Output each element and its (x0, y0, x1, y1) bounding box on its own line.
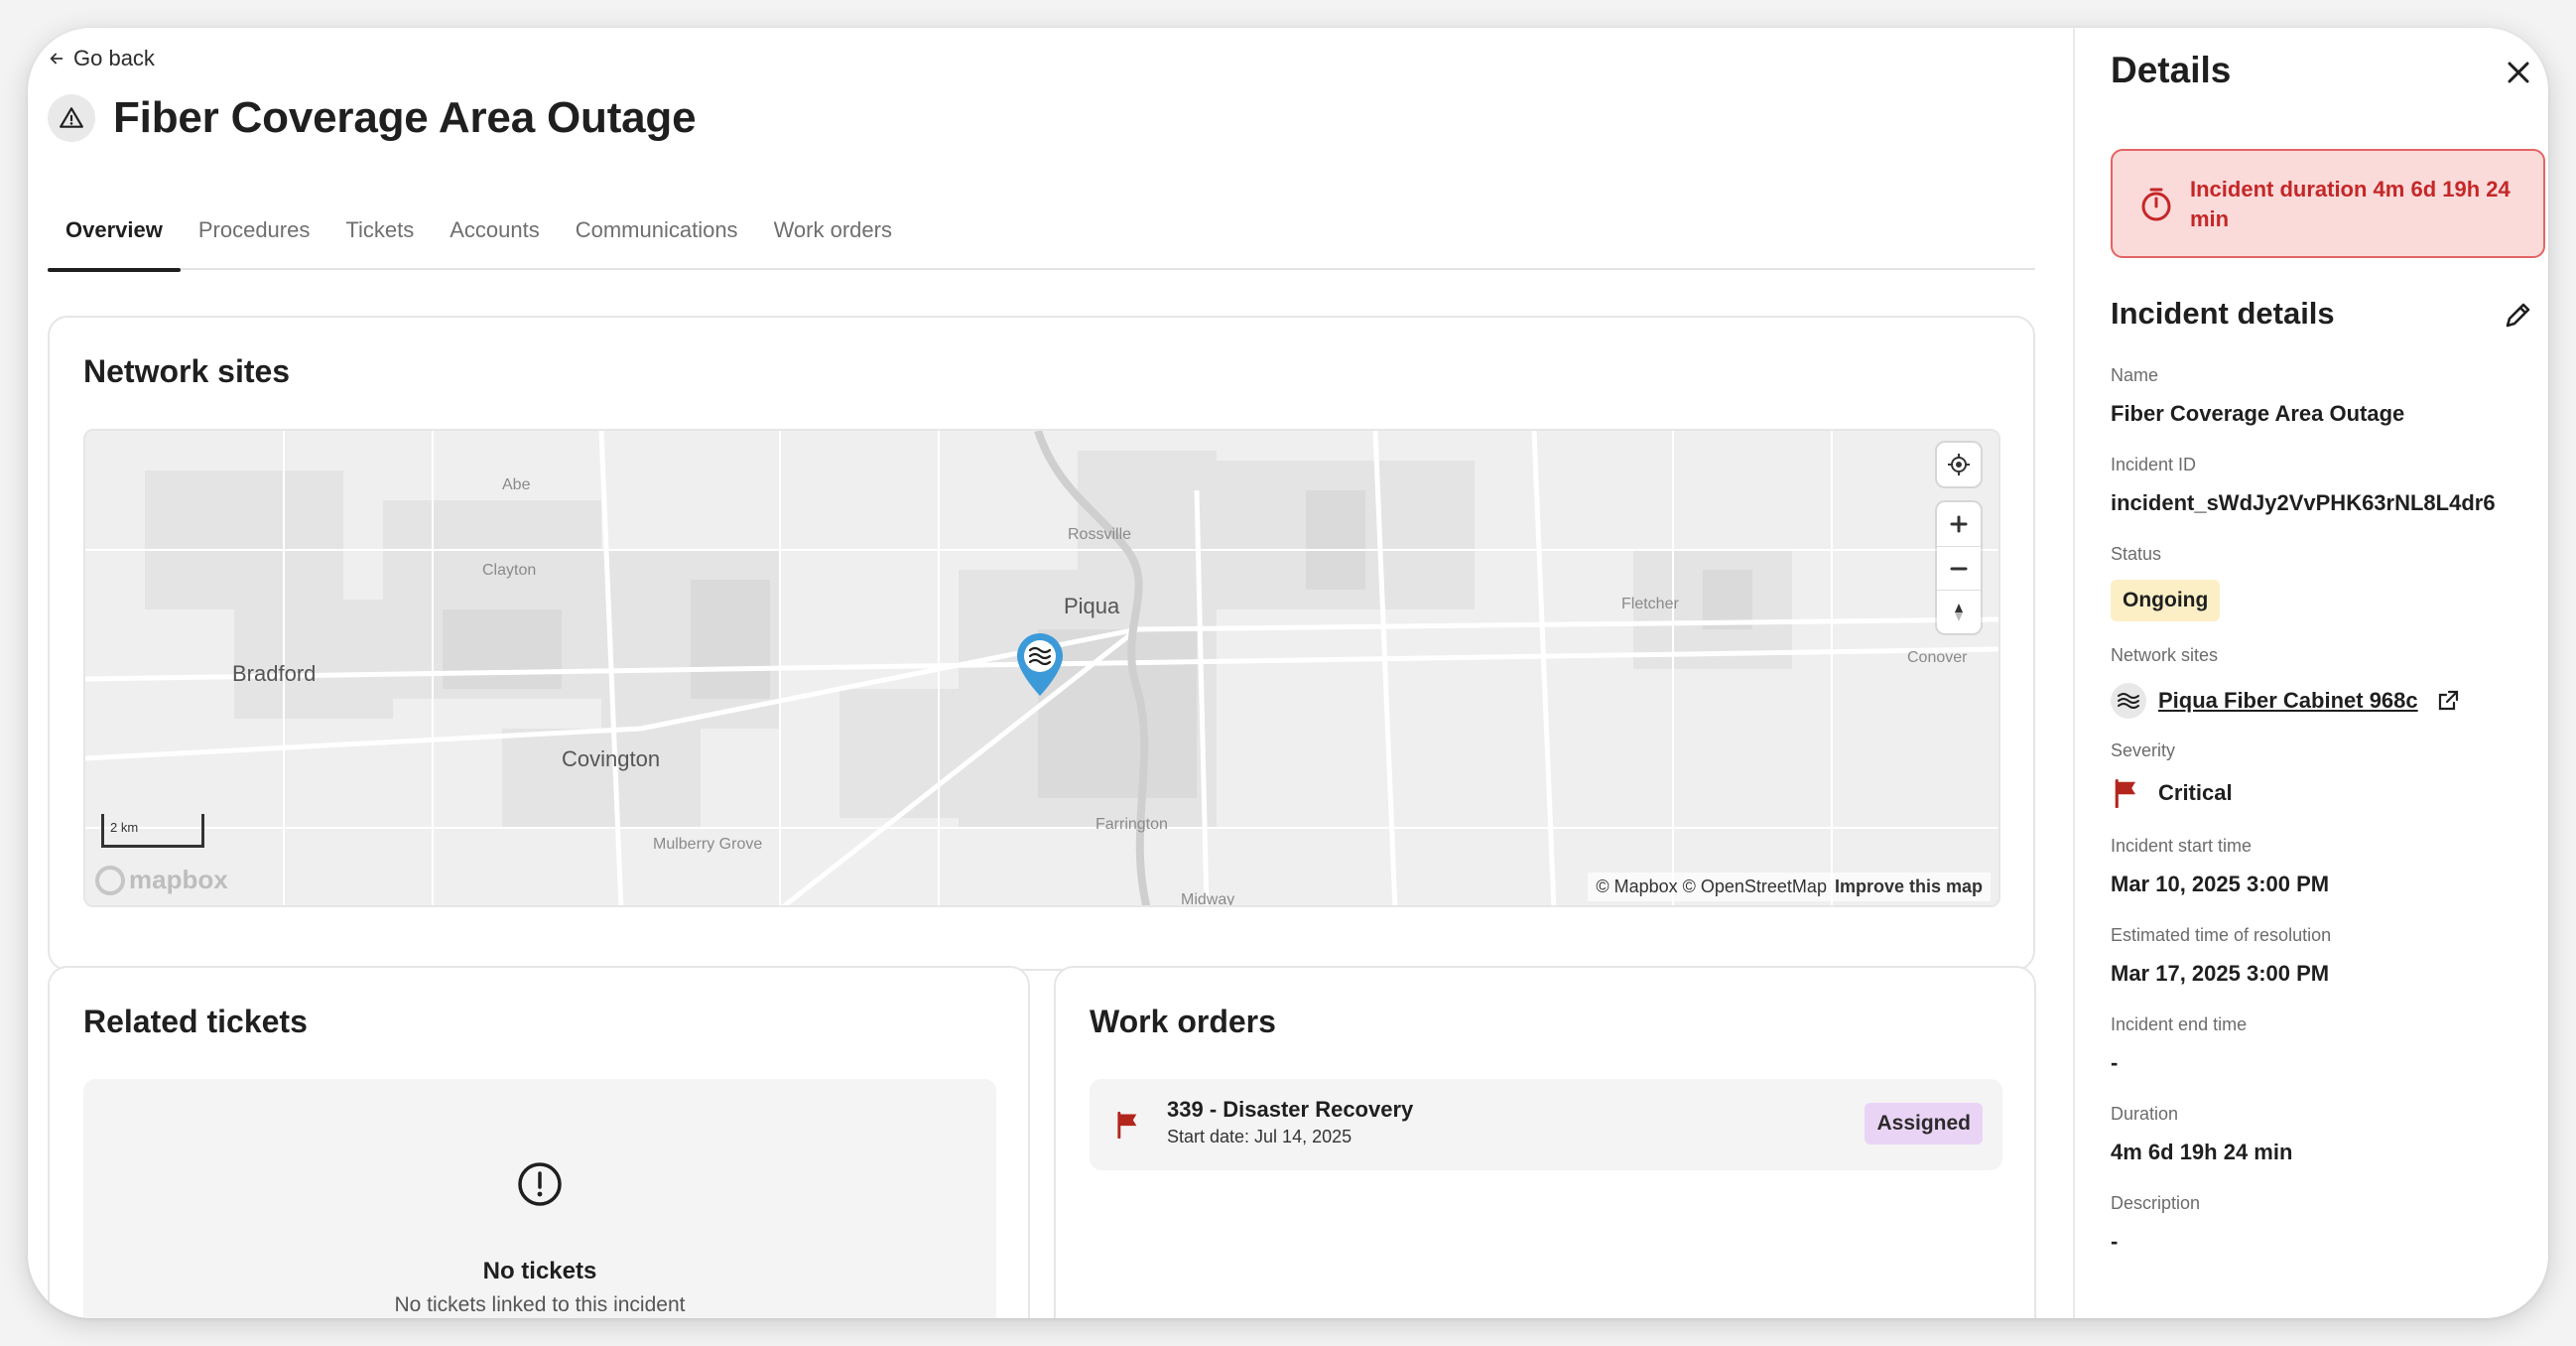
map-label: Piqua (1064, 594, 1120, 618)
page-title: Fiber Coverage Area Outage (113, 93, 697, 142)
map-scale: 2 km (101, 814, 204, 848)
go-back-label: Go back (73, 46, 155, 70)
page-header: Fiber Coverage Area Outage (48, 93, 697, 143)
mapbox-logo-icon (95, 865, 125, 895)
map-label: Mulberry Grove (653, 836, 763, 853)
incident-id-label: Incident ID (2111, 455, 2197, 474)
network-sites-label: Network sites (2111, 645, 2219, 665)
name-label: Name (2111, 365, 2159, 385)
map-label: Fletcher (1621, 596, 1679, 612)
details-title: Details (2111, 50, 2232, 90)
end-time-label: Incident end time (2111, 1014, 2248, 1034)
locate-icon[interactable] (1937, 443, 1981, 486)
tab-tickets[interactable]: Tickets (327, 187, 432, 270)
empty-subtitle: No tickets linked to this incident (394, 1293, 686, 1316)
name-value: Fiber Coverage Area Outage (2111, 401, 2405, 426)
stopwatch-icon (2141, 188, 2171, 221)
mapbox-logo[interactable]: mapbox (95, 865, 228, 895)
tickets-empty-state: No tickets No tickets linked to this inc… (83, 1079, 996, 1318)
eta-value: Mar 17, 2025 3:00 PM (2111, 961, 2330, 986)
map-label: Farrington (1095, 816, 1168, 833)
zoom-in-icon[interactable] (1937, 502, 1981, 546)
map[interactable]: Abe Clayton Rossville Piqua Fletcher Con… (83, 429, 2000, 907)
network-site-link[interactable]: Piqua Fiber Cabinet 968c (2111, 683, 2460, 719)
tab-accounts[interactable]: Accounts (432, 187, 558, 270)
map-label: Conover (1907, 649, 1968, 666)
related-tickets-card: Related tickets No tickets No tickets li… (48, 966, 1030, 1318)
details-panel: Details Incident duration 4m 6d 19h 24 m… (2073, 28, 2548, 1318)
main-content: Go back Fiber Coverage Area Outage Overv… (28, 28, 2073, 1318)
network-site-name: Piqua Fiber Cabinet 968c (2158, 688, 2418, 713)
flag-icon (2115, 778, 2135, 808)
severity-value: Critical (2111, 778, 2233, 808)
map-label: Covington (562, 746, 661, 771)
related-tickets-title: Related tickets (83, 1004, 308, 1039)
work-orders-card: Work orders 339 - Disaster Recovery Star… (1054, 966, 2036, 1318)
eta-label: Estimated time of resolution (2111, 925, 2332, 945)
alert-text: Incident duration 4m 6d 19h 24 min (2190, 177, 2511, 231)
status-badge: Ongoing (2111, 580, 2221, 621)
network-site-map-pin[interactable] (1013, 632, 1067, 698)
start-time-value: Mar 10, 2025 3:00 PM (2111, 872, 2330, 896)
app-window: Go back Fiber Coverage Area Outage Overv… (28, 28, 2548, 1318)
work-order-start-date: Start date: Jul 14, 2025 (1167, 1127, 1352, 1146)
locate-control (1937, 443, 1981, 486)
map-label: Rossville (1068, 526, 1132, 543)
tab-procedures[interactable]: Procedures (181, 187, 328, 270)
network-sites-card: Network sites Abe Clayton Rossville Piqu… (48, 316, 2035, 971)
warning-triangle-icon (48, 94, 95, 142)
arrow-left-icon (50, 53, 64, 65)
description-label: Description (2111, 1193, 2201, 1213)
status-label: Status (2111, 544, 2162, 564)
duration-label: Duration (2111, 1104, 2179, 1124)
tab-communications[interactable]: Communications (558, 187, 756, 270)
duration-value: 4m 6d 19h 24 min (2111, 1140, 2293, 1164)
alert-circle-icon (518, 1162, 562, 1206)
severity-text: Critical (2158, 780, 2233, 805)
compass-icon[interactable] (1937, 590, 1981, 633)
work-order-status-badge: Assigned (1865, 1103, 1983, 1144)
external-link-icon (2438, 690, 2458, 711)
network-sites-title: Network sites (83, 353, 291, 389)
fiber-waves-icon (2111, 683, 2146, 719)
map-label: Bradford (232, 661, 317, 686)
severity-label: Severity (2111, 740, 2176, 760)
work-order-title: 339 - Disaster Recovery (1167, 1097, 1414, 1122)
tab-bar: Overview Procedures Tickets Accounts Com… (48, 187, 2035, 272)
go-back-link[interactable]: Go back (48, 46, 155, 71)
flag-icon (1117, 1111, 1137, 1139)
incident-duration-alert: Incident duration 4m 6d 19h 24 min (2111, 149, 2545, 258)
work-orders-title: Work orders (1090, 1004, 1276, 1039)
improve-map-link[interactable]: Improve this map (1835, 876, 1983, 897)
incident-id-value: incident_sWdJy2VvPHK63rNL8L4dr6 (2111, 490, 2496, 515)
map-attribution: © Mapbox © OpenStreetMap Improve this ma… (1588, 873, 1991, 901)
attribution-text[interactable]: © Mapbox © OpenStreetMap (1596, 876, 1827, 897)
work-order-row[interactable]: 339 - Disaster Recovery Start date: Jul … (1090, 1079, 2002, 1170)
zoom-controls (1937, 502, 1981, 633)
empty-title: No tickets (482, 1258, 597, 1284)
map-label: Midway (1181, 891, 1235, 907)
description-value: - (2111, 1229, 2119, 1254)
zoom-out-icon[interactable] (1937, 546, 1981, 590)
edit-pencil-icon[interactable] (2502, 298, 2535, 332)
end-time-value: - (2111, 1050, 2119, 1075)
mapbox-logo-text: mapbox (129, 865, 228, 894)
incident-details-heading: Incident details (2111, 296, 2335, 331)
map-label: Clayton (482, 562, 537, 579)
map-label: Abe (502, 476, 531, 493)
tab-overview[interactable]: Overview (48, 187, 181, 272)
tab-work-orders[interactable]: Work orders (756, 187, 910, 270)
close-icon[interactable] (2502, 56, 2535, 89)
start-time-label: Incident start time (2111, 836, 2253, 856)
